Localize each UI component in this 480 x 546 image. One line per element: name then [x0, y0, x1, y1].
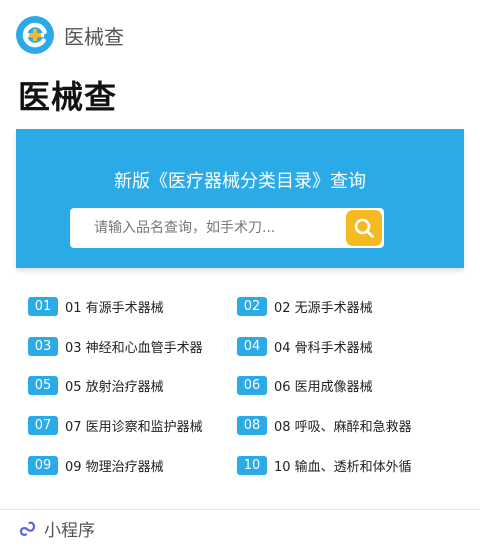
category-item[interactable]: 06 06 医用成像器械	[237, 374, 373, 396]
category-label: 10 输血、透析和体外循	[274, 459, 412, 475]
category-label: 05 放射治疗器械	[65, 379, 164, 395]
mini-program-label: 小程序	[44, 520, 95, 541]
footer-divider	[0, 509, 480, 510]
category-item[interactable]: 05 05 放射治疗器械	[28, 374, 164, 396]
category-number-badge: 06	[237, 375, 267, 395]
search-input[interactable]	[70, 208, 348, 248]
category-number-badge: 01	[28, 296, 58, 316]
category-label: 06 医用成像器械	[274, 379, 373, 395]
category-label: 07 医用诊察和监护器械	[65, 419, 203, 435]
category-label: 08 呼吸、麻醉和急救器	[274, 419, 412, 435]
search-button[interactable]	[346, 210, 382, 246]
category-item[interactable]: 04 04 骨科手术器械	[237, 335, 373, 357]
category-label: 04 骨科手术器械	[274, 340, 373, 356]
category-number-badge: 08	[237, 415, 267, 435]
app-header: 医械查	[16, 16, 124, 54]
category-number-badge: 05	[28, 375, 58, 395]
search-box	[70, 208, 384, 248]
category-label: 02 无源手术器械	[274, 300, 373, 316]
category-number-badge: 04	[237, 336, 267, 356]
category-number-badge: 03	[28, 336, 58, 356]
category-item[interactable]: 08 08 呼吸、麻醉和急救器	[237, 414, 412, 436]
category-item[interactable]: 09 09 物理治疗器械	[28, 454, 164, 476]
app-name: 医械查	[64, 24, 124, 49]
category-label: 01 有源手术器械	[65, 300, 164, 316]
page-title: 医械查	[18, 78, 118, 116]
category-label: 03 神经和心血管手术器	[65, 340, 203, 356]
mini-program-footer[interactable]: 小程序	[18, 516, 95, 541]
search-banner: 新版《医疗器械分类目录》查询	[16, 129, 464, 268]
mini-program-icon	[19, 521, 36, 536]
category-item[interactable]: 03 03 神经和心血管手术器	[28, 335, 203, 357]
category-number-badge: 02	[237, 296, 267, 316]
category-number-badge: 10	[237, 455, 267, 475]
app-logo-icon	[16, 16, 54, 54]
category-number-badge: 09	[28, 455, 58, 475]
banner-title: 新版《医疗器械分类目录》查询	[114, 171, 366, 192]
category-number-badge: 07	[28, 415, 58, 435]
search-icon	[354, 218, 374, 238]
category-item[interactable]: 02 02 无源手术器械	[237, 295, 373, 317]
category-item[interactable]: 10 10 输血、透析和体外循	[237, 454, 412, 476]
category-item[interactable]: 07 07 医用诊察和监护器械	[28, 414, 203, 436]
category-label: 09 物理治疗器械	[65, 459, 164, 475]
category-item[interactable]: 01 01 有源手术器械	[28, 295, 164, 317]
